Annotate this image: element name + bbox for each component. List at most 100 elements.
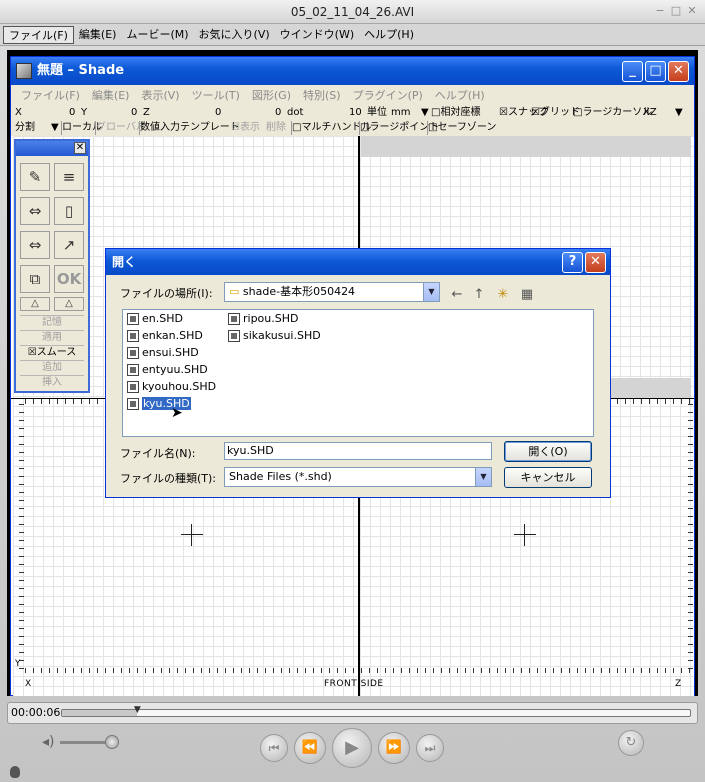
palette-title-bar[interactable]: ✕ — [16, 141, 88, 156]
x-value[interactable]: 0 — [69, 106, 75, 120]
unit-select[interactable]: mm — [391, 106, 410, 120]
back-icon[interactable]: ← — [448, 287, 466, 303]
file-item[interactable]: enkan.SHD — [126, 328, 203, 344]
y-value[interactable]: 0 — [131, 106, 137, 120]
cancel-button[interactable]: キャンセル — [504, 467, 592, 488]
apply-button[interactable]: 適用 — [20, 330, 84, 344]
large-cursor-checkbox[interactable]: □ラージカーソル — [573, 106, 652, 120]
location-select[interactable]: ▭ shade-基本形050424 ▼ — [224, 282, 440, 302]
file-item[interactable]: sikakusui.SHD — [227, 328, 321, 344]
shade-close-button[interactable]: ✕ — [668, 61, 689, 82]
player-menu-help[interactable]: ヘルプ(H) — [359, 26, 419, 44]
file-item[interactable]: entyuu.SHD — [126, 362, 208, 378]
shade-menu-tools[interactable]: ツール(T) — [186, 87, 246, 103]
volume-knob[interactable] — [105, 735, 120, 749]
location-value: shade-基本形050424 — [242, 285, 356, 298]
shade-menu-edit[interactable]: 編集(E) — [86, 87, 136, 103]
split-select[interactable]: 分割 — [15, 121, 35, 135]
file-item[interactable]: ensui.SHD — [126, 345, 199, 361]
add-button[interactable]: 追加 — [20, 360, 84, 374]
z-value[interactable]: 0 — [215, 106, 221, 120]
shade-maximize-button[interactable]: □ — [645, 61, 666, 82]
player-menu-favorites[interactable]: お気に入り(V) — [194, 26, 275, 44]
maximize-icon[interactable]: □ — [669, 4, 683, 18]
palette-close-icon[interactable]: ✕ — [74, 142, 86, 154]
safe-zone-checkbox[interactable]: □セーフゾーン — [427, 121, 496, 135]
help-icon[interactable]: ? — [562, 252, 583, 273]
player-window: 05_02_11_04_26.AVI − □ ✕ ファイル(F) 編集(E) ム… — [0, 0, 705, 782]
time-bar: 00:00:06 ▼ — [7, 702, 698, 724]
smooth-checkbox[interactable]: ☒スムース — [20, 345, 84, 359]
pencil-tool-icon[interactable]: ✎ — [20, 163, 50, 191]
coordinate-bar: X 0 Y 0 Z 0 0 dot 10 単位 mm ▼ □相対座標 ☒スナップ… — [11, 106, 694, 121]
shade-menu-file[interactable]: ファイル(F) — [15, 87, 86, 103]
front-side-label: FRONT SIDE — [324, 679, 384, 689]
numeric-template-button[interactable]: 数値入力テンプレート — [139, 121, 240, 135]
fast-forward-button[interactable]: ⏩ — [378, 732, 410, 764]
player-menu-window[interactable]: ウインドウ(W) — [275, 26, 359, 44]
scrub-track[interactable]: ▼ — [61, 705, 691, 717]
rewind-button[interactable]: ⏪ — [294, 732, 326, 764]
quicktime-logo-icon[interactable]: ↻ — [618, 730, 644, 756]
dot-label: dot — [287, 107, 304, 118]
shade-menu-special[interactable]: 特別(S) — [297, 87, 347, 103]
play-button[interactable]: ▶ — [332, 728, 372, 768]
split-chevron-down-icon[interactable]: ▼ — [51, 121, 59, 135]
hierarchy-tool-icon[interactable]: ≡ — [54, 163, 84, 191]
file-icon — [127, 398, 139, 410]
cylinder-tool-icon[interactable]: ▯ — [54, 197, 84, 225]
axis-x-label: X — [25, 679, 32, 689]
filename-input[interactable]: kyu.SHD — [224, 442, 492, 460]
dialog-close-icon[interactable]: ✕ — [585, 252, 606, 273]
player-menu-file[interactable]: ファイル(F) — [3, 25, 74, 44]
line-tool-icon[interactable]: ↗ — [54, 231, 84, 259]
shade-menu-view[interactable]: 表示(V) — [135, 87, 185, 103]
plane-select[interactable]: XZ — [643, 106, 657, 120]
file-item[interactable]: kyouhou.SHD — [126, 379, 216, 395]
delete-button[interactable]: 削除 — [266, 121, 286, 135]
volume-slider[interactable] — [60, 735, 120, 749]
small-shape-icon[interactable]: △ — [20, 297, 50, 311]
stretch-tool-icon[interactable]: ⇔ — [20, 197, 50, 225]
dialog-title-bar[interactable]: 開く ? ✕ — [106, 249, 610, 275]
file-icon — [228, 313, 240, 325]
location-chevron-down-icon[interactable]: ▼ — [423, 283, 439, 301]
close-icon[interactable]: ✕ — [685, 4, 699, 18]
up-folder-icon[interactable]: ↑ — [470, 287, 488, 303]
step-value[interactable]: 10 — [349, 106, 362, 120]
plane-chevron-down-icon[interactable]: ▼ — [675, 106, 683, 120]
dot-value[interactable]: 0 — [275, 106, 281, 120]
skip-back-button[interactable]: ⏮ — [260, 734, 288, 762]
shade-title-bar: 無題 – Shade _ □ ✕ — [11, 57, 694, 85]
move-tool-icon[interactable]: ⇔ — [20, 231, 50, 259]
copy-tool-icon[interactable]: ⧉ — [20, 265, 50, 293]
skip-forward-button[interactable]: ⏭ — [416, 734, 444, 762]
insert-button[interactable]: 挿入 — [20, 375, 84, 389]
player-menu-movie[interactable]: ムービー(M) — [121, 26, 193, 44]
unit-chevron-down-icon[interactable]: ▼ — [421, 106, 429, 120]
player-menu-edit[interactable]: 編集(E) — [74, 26, 122, 44]
file-item[interactable]: ripou.SHD — [227, 311, 298, 327]
shade-menu-shape[interactable]: 図形(G) — [246, 87, 297, 103]
relative-coord-checkbox[interactable]: □相対座標 — [431, 106, 480, 120]
large-shape-icon[interactable]: △ — [54, 297, 84, 311]
new-folder-icon[interactable]: ✳ — [494, 287, 512, 303]
shade-menu-help[interactable]: ヘルプ(H) — [429, 87, 491, 103]
file-list[interactable]: en.SHD enkan.SHD ensui.SHD entyuu.SHD ky… — [122, 309, 594, 437]
file-icon — [127, 313, 139, 325]
playhead-icon[interactable]: ▼ — [132, 705, 142, 715]
file-item[interactable]: en.SHD — [126, 311, 183, 327]
volume-icon[interactable]: ◂) — [42, 734, 55, 750]
memory-button[interactable]: 記憶 — [20, 315, 84, 329]
open-button[interactable]: 開く(O) — [504, 441, 592, 462]
show-checkbox[interactable]: ☒表示 — [231, 121, 260, 135]
filetype-chevron-down-icon[interactable]: ▼ — [475, 468, 491, 486]
filetype-select[interactable]: Shade Files (*.shd) ▼ — [224, 467, 492, 487]
file-icon — [127, 347, 139, 359]
option-bar: 分割 ▼ ローカル グローバル 数値入力テンプレート ☒表示 削除 □マルチハン… — [11, 121, 694, 136]
ok-button[interactable]: OK — [54, 265, 84, 293]
minimize-icon[interactable]: − — [653, 4, 667, 18]
view-menu-icon[interactable]: ▦ — [518, 287, 536, 303]
shade-menu-plugin[interactable]: プラグイン(P) — [347, 87, 429, 103]
shade-minimize-button[interactable]: _ — [622, 61, 643, 82]
